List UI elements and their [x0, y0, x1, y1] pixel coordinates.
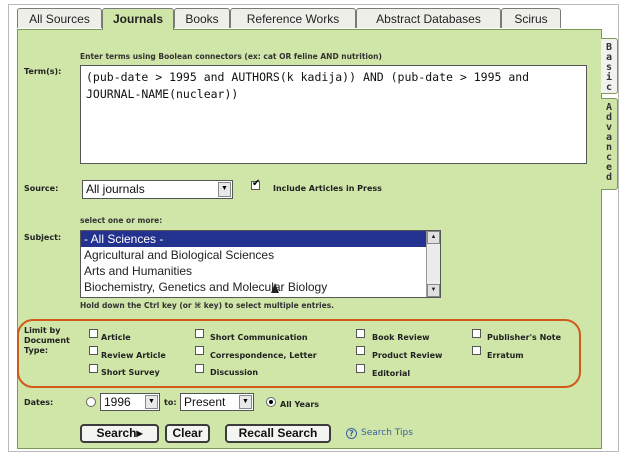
subject-label: Subject:: [24, 233, 62, 242]
doc-type-checkbox-book-review[interactable]: [356, 329, 365, 338]
subject-option[interactable]: Agricultural and Biological Sciences: [81, 247, 440, 263]
doc-type-checkbox-publishers-note[interactable]: [472, 329, 481, 338]
doc-type-checkbox-short-survey[interactable]: [89, 364, 98, 373]
tab-scirus[interactable]: Scirus: [501, 8, 561, 28]
doc-type-checkbox-correspondence-letter[interactable]: [195, 346, 204, 355]
tab-all-sources[interactable]: All Sources: [17, 8, 102, 28]
date-to-value: Present: [184, 395, 226, 409]
doc-type-label-short-survey: Short Survey: [101, 368, 160, 377]
source-selected-value: All journals: [86, 182, 145, 196]
doc-type-checkbox-short-communication[interactable]: [195, 329, 204, 338]
doc-type-checkbox-article[interactable]: [89, 329, 98, 338]
doc-type-label-book-review: Book Review: [372, 333, 430, 342]
date-to-select[interactable]: Present ▼: [180, 393, 254, 411]
doc-type-checkbox-product-review[interactable]: [356, 346, 365, 355]
subject-option[interactable]: Arts and Humanities: [81, 263, 440, 279]
chevron-down-icon: ▼: [218, 182, 231, 197]
search-tips-link[interactable]: Search Tips: [361, 428, 413, 438]
date-from-select[interactable]: 1996 ▼: [100, 393, 160, 411]
search-button[interactable]: Search▸: [80, 424, 159, 443]
doc-type-label-short-communication: Short Communication: [210, 333, 308, 342]
terms-textarea[interactable]: (pub-date > 1995 and AUTHORS(k kadija)) …: [80, 65, 587, 164]
date-to-label: to:: [164, 398, 177, 407]
doc-type-label-article: Article: [101, 333, 131, 342]
tab-abstract-databases[interactable]: Abstract Databases: [356, 8, 501, 28]
dates-label: Dates:: [24, 398, 54, 407]
chevron-down-icon: ▼: [239, 395, 252, 409]
chevron-down-icon: ▼: [145, 395, 158, 409]
all-years-label: All Years: [280, 400, 320, 409]
source-select[interactable]: All journals ▼: [82, 180, 233, 199]
subject-scrollbar[interactable]: ▲ ▼: [426, 231, 440, 297]
date-from-value: 1996: [104, 395, 131, 409]
all-years-radio[interactable]: [266, 397, 276, 407]
doc-type-label-product-review: Product Review: [372, 351, 443, 360]
scroll-up-icon[interactable]: ▲: [427, 231, 440, 244]
doc-type-label-discussion: Discussion: [210, 368, 259, 377]
scroll-down-icon[interactable]: ▼: [427, 284, 440, 297]
recall-search-button[interactable]: Recall Search: [225, 424, 331, 443]
doc-type-checkbox-erratum[interactable]: [472, 346, 481, 355]
doc-type-label: Limit by Document Type:: [24, 326, 70, 355]
tab-journals[interactable]: Journals: [102, 8, 174, 30]
doc-type-checkbox-discussion[interactable]: [195, 364, 204, 373]
mouse-cursor-icon: [271, 283, 279, 293]
clear-button[interactable]: Clear: [165, 424, 210, 443]
terms-hint: Enter terms using Boolean connectors (ex…: [80, 52, 382, 61]
subject-listbox[interactable]: - All Sciences - Agricultural and Biolog…: [80, 230, 441, 298]
terms-label: Term(s):: [24, 67, 62, 76]
help-icon[interactable]: ?: [346, 428, 357, 439]
tab-basic-label: Basic: [605, 42, 613, 93]
doc-type-label-erratum: Erratum: [487, 351, 524, 360]
tab-books[interactable]: Books: [174, 8, 230, 28]
date-range-radio[interactable]: [86, 397, 96, 407]
doc-type-label-correspondence-letter: Correspondence, Letter: [210, 351, 317, 360]
doc-type-label-review-article: Review Article: [101, 351, 166, 360]
doc-type-checkbox-editorial[interactable]: [356, 364, 365, 373]
subject-option[interactable]: - All Sciences -: [81, 231, 440, 247]
doc-type-label-publishers-note: Publisher's Note: [487, 333, 562, 342]
subject-footnote: Hold down the Ctrl key (or ⌘ key) to sel…: [80, 301, 335, 310]
tab-advanced[interactable]: Advanced: [601, 98, 618, 190]
tab-advanced-label: Advanced: [605, 102, 613, 183]
tab-basic[interactable]: Basic: [601, 38, 618, 94]
subject-option[interactable]: Biochemistry, Genetics and Molecular Bio…: [81, 279, 440, 295]
include-in-press-label: Include Articles in Press: [273, 184, 382, 193]
include-in-press-checkbox[interactable]: [251, 178, 260, 190]
subject-hint: select one or more:: [80, 216, 163, 225]
tab-reference-works[interactable]: Reference Works: [230, 8, 356, 28]
source-label: Source:: [24, 184, 59, 193]
doc-type-label-editorial: Editorial: [372, 369, 411, 378]
doc-type-checkbox-review-article[interactable]: [89, 346, 98, 355]
